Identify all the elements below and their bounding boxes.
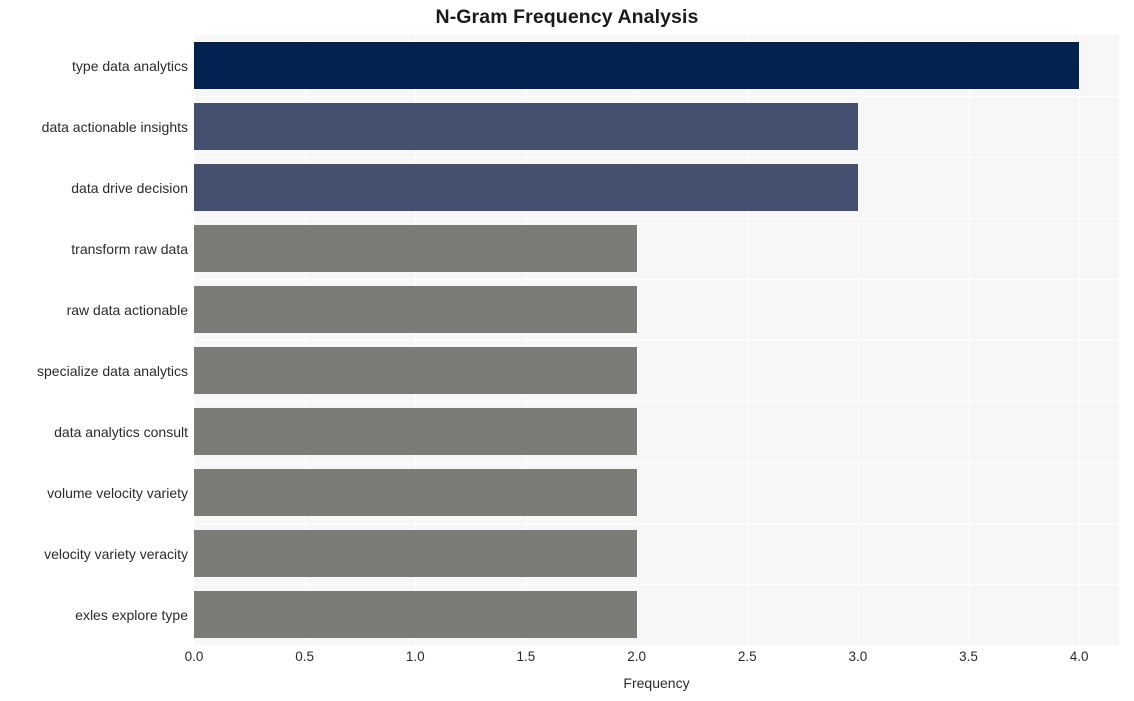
- bar[interactable]: [194, 164, 858, 211]
- y-tick-label: type data analytics: [72, 57, 188, 74]
- y-tick-label: specialize data analytics: [37, 362, 188, 379]
- chart-title: N-Gram Frequency Analysis: [435, 6, 699, 28]
- y-tick-label: data actionable insights: [41, 118, 188, 135]
- y-tick-label: raw data actionable: [66, 301, 188, 318]
- y-tick-label: volume velocity variety: [47, 484, 188, 501]
- x-tick-label: 3.0: [848, 649, 868, 664]
- gridline-horizontal: [194, 218, 1119, 219]
- x-tick-label: 1.0: [405, 649, 425, 664]
- bar[interactable]: [194, 469, 637, 516]
- y-tick-label: data drive decision: [71, 179, 188, 196]
- gridline-horizontal: [194, 157, 1119, 158]
- x-tick-label: 2.0: [627, 649, 646, 664]
- x-tick-label: 4.0: [1069, 649, 1089, 664]
- bar[interactable]: [194, 591, 637, 638]
- plot-area: [194, 35, 1119, 645]
- x-tick-label: 2.5: [737, 649, 757, 664]
- x-tick-label: 3.5: [959, 649, 978, 664]
- x-tick-label: 1.5: [516, 649, 536, 664]
- bar[interactable]: [194, 225, 637, 272]
- y-tick-label: velocity variety veracity: [44, 545, 188, 562]
- x-tick-label: 0.5: [295, 649, 315, 664]
- bar[interactable]: [194, 103, 858, 150]
- bar[interactable]: [194, 286, 637, 333]
- x-axis-title: Frequency: [623, 675, 690, 691]
- gridline-horizontal: [194, 96, 1119, 97]
- y-tick-label: transform raw data: [71, 240, 188, 257]
- x-tick-label: 0.0: [184, 649, 204, 664]
- x-axis-ticks: 0.0 0.5 1.0 1.5 2.0 2.5 3.0 3.5 4.0: [0, 649, 1134, 669]
- gridline-horizontal: [194, 279, 1119, 280]
- bar[interactable]: [194, 530, 637, 577]
- bar[interactable]: [194, 347, 637, 394]
- gridline-horizontal: [194, 584, 1119, 585]
- gridline-horizontal: [194, 462, 1119, 463]
- y-tick-label: exles explore type: [75, 606, 188, 623]
- bar[interactable]: [194, 42, 1080, 89]
- bar[interactable]: [194, 408, 637, 455]
- y-tick-label: data analytics consult: [54, 423, 188, 440]
- y-axis-labels: type data analytics data actionable insig…: [0, 35, 188, 645]
- gridline-horizontal: [194, 401, 1119, 402]
- gridline-horizontal: [194, 523, 1119, 524]
- gridline-horizontal: [194, 340, 1119, 341]
